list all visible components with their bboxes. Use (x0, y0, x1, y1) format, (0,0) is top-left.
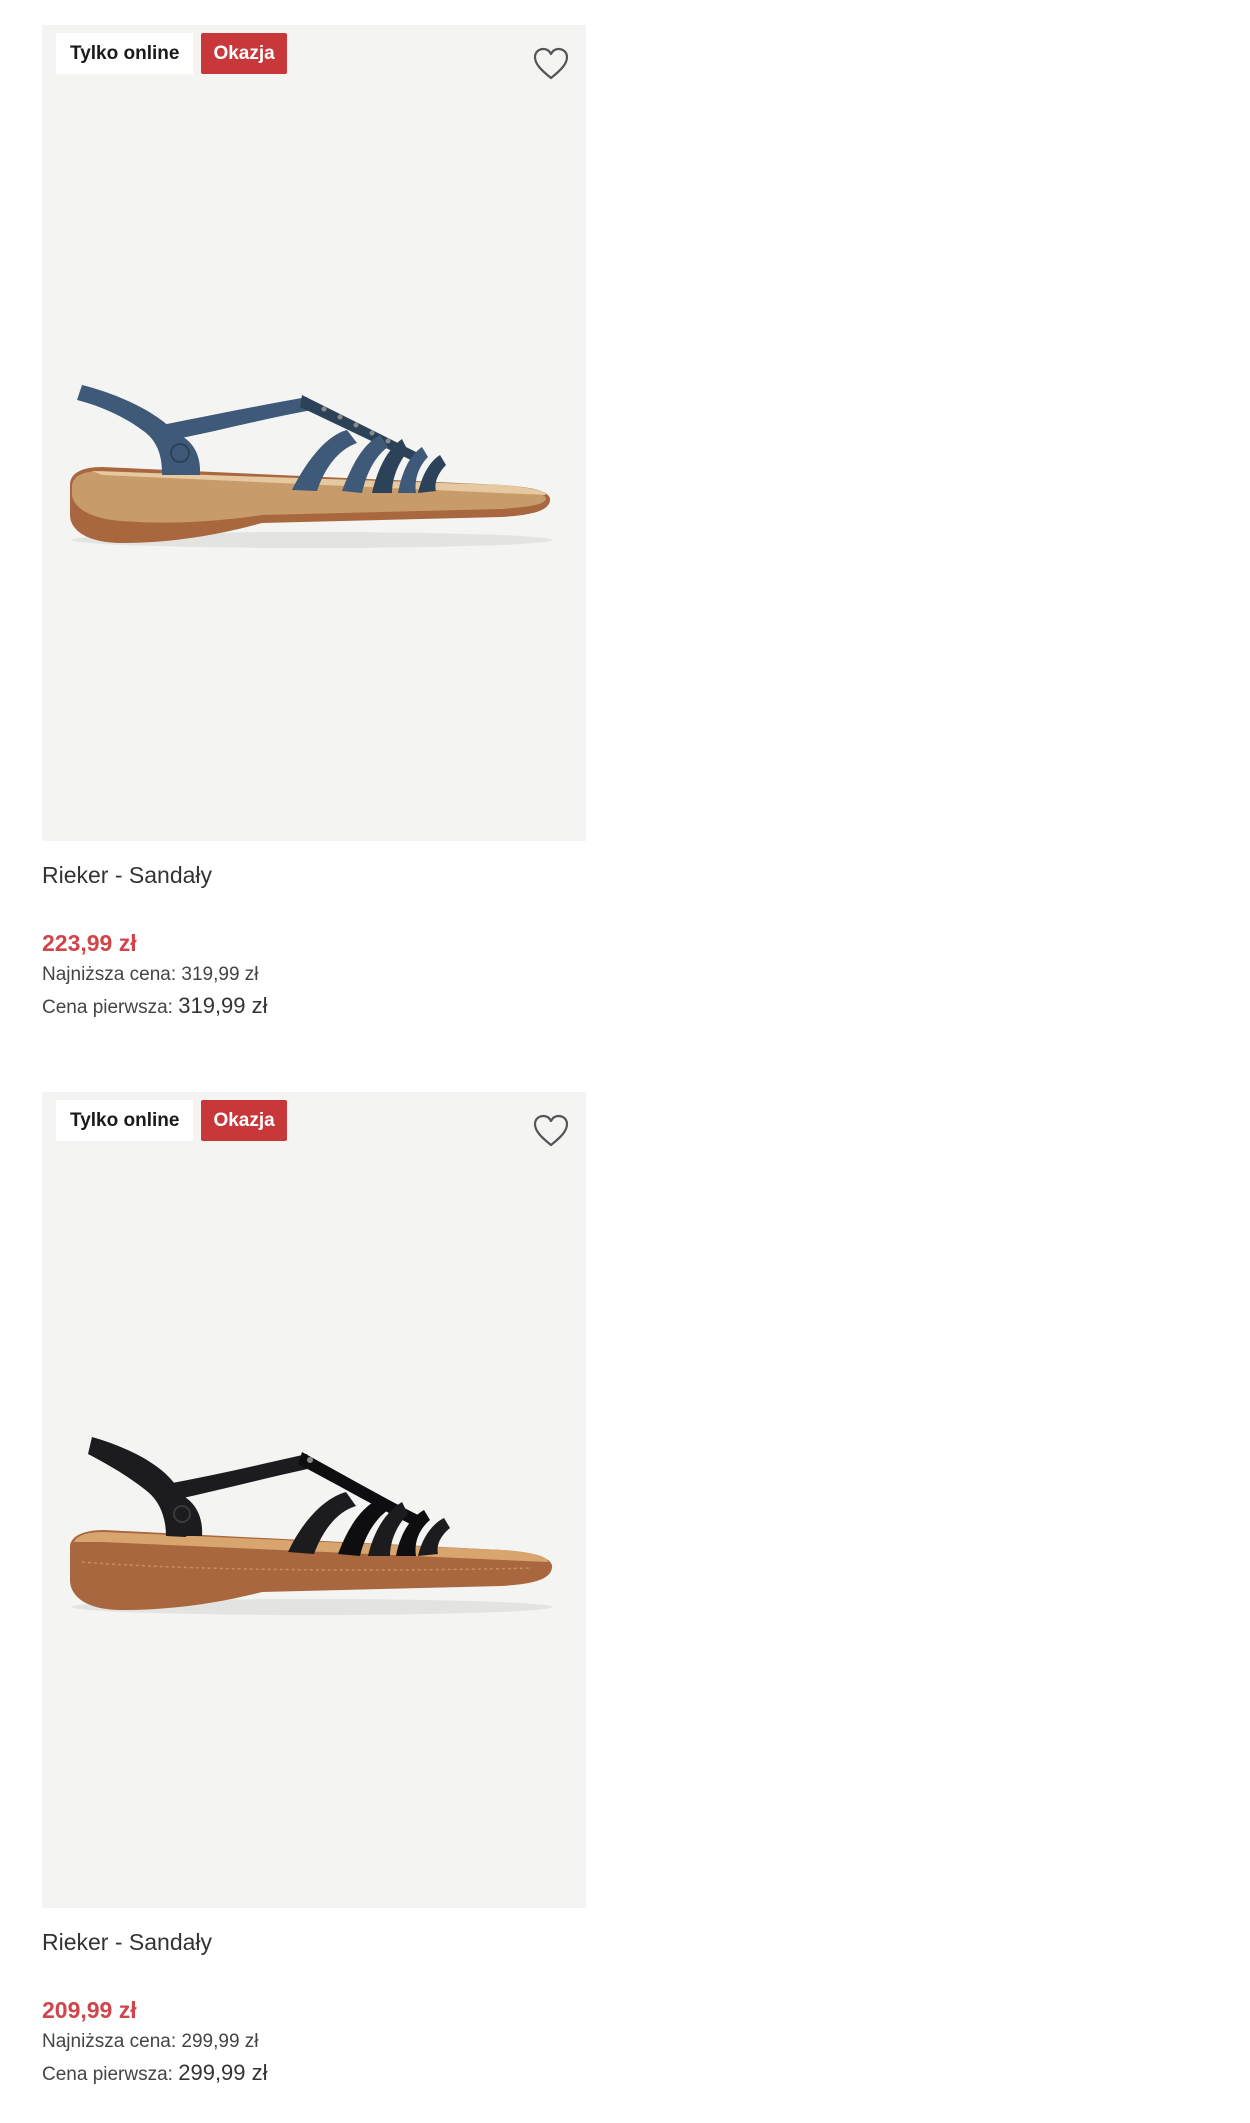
product-name[interactable]: Rieker - Sandały (42, 1926, 586, 1958)
heart-outline-icon (533, 1114, 569, 1147)
first-price-value: 319,99 zł (178, 993, 268, 1018)
wishlist-button[interactable] (530, 43, 572, 85)
lowest-price-line: Najniższa cena: 299,99 zł (42, 2026, 586, 2057)
product-photo (70, 385, 552, 548)
current-price: 223,99 zł (42, 930, 137, 956)
lowest-price-value: 319,99 zł (181, 964, 259, 985)
lowest-price-line: Najniższa cena: 319,99 zł (42, 959, 586, 990)
badge-group: Tylko online Okazja (56, 33, 287, 74)
sale-badge: Okazja (201, 1100, 287, 1141)
product-image-container[interactable]: Tylko online Okazja (42, 1092, 586, 1908)
first-price-line: Cena pierwsza: 299,99 zł (42, 2057, 586, 2088)
wishlist-button[interactable] (530, 1110, 572, 1152)
current-price: 209,99 zł (42, 1997, 137, 2023)
heart-outline-icon (533, 47, 569, 80)
online-only-badge: Tylko online (56, 1100, 194, 1141)
product-card[interactable]: Tylko online Okazja (42, 25, 586, 1021)
online-only-badge: Tylko online (56, 33, 194, 74)
sale-badge: Okazja (201, 33, 287, 74)
product-image-container[interactable]: Tylko online Okazja (42, 25, 586, 841)
lowest-price-label: Najniższa cena: (42, 964, 177, 985)
first-price-label: Cena pierwsza: (42, 997, 173, 1018)
first-price-value: 299,99 zł (178, 2060, 268, 2085)
product-photo (70, 1437, 553, 1615)
first-price-line: Cena pierwsza: 319,99 zł (42, 990, 586, 1021)
badge-group: Tylko online Okazja (56, 1100, 287, 1141)
first-price-label: Cena pierwsza: (42, 2064, 173, 2085)
product-card[interactable]: Tylko online Okazja (42, 1092, 586, 2088)
product-name[interactable]: Rieker - Sandały (42, 859, 586, 891)
lowest-price-label: Najniższa cena: (42, 2031, 177, 2052)
lowest-price-value: 299,99 zł (181, 2031, 259, 2052)
